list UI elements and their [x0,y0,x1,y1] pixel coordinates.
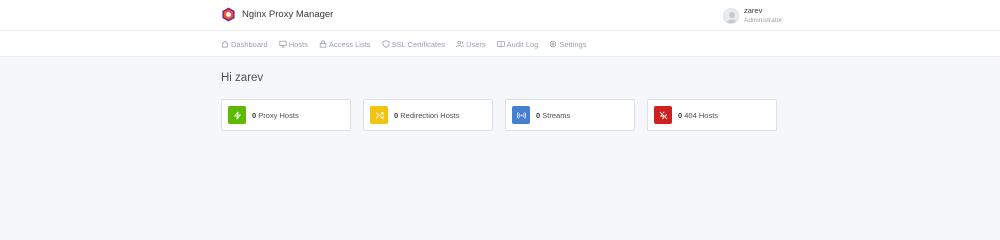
nav-item-label: Audit Log [506,39,539,49]
nav-item-label: Users [466,39,486,49]
stamp-streams [512,106,530,124]
nav-item-users[interactable]: Users [456,40,486,49]
app-title: Nginx Proxy Manager [242,9,334,20]
users-icon [456,40,464,48]
card-label: Proxy Hosts [258,110,299,120]
user-avatar-icon [726,12,738,23]
nav-item-hosts[interactable]: Hosts [279,40,308,49]
avatar [723,8,739,24]
book-icon [496,41,505,48]
stamp-404-hosts [654,106,672,124]
lock-icon [319,40,327,48]
card-label: Redirection Hosts [400,110,460,120]
nav-item-dashboard[interactable]: Dashboard [221,40,268,49]
card-count: 0 [252,110,257,120]
nav-item-label: Access Lists [328,39,371,49]
nav-item-label: Settings [559,39,587,49]
radio-icon [516,111,526,119]
stamp-redirection-hosts [370,106,388,124]
user-name: zarev [744,6,763,15]
shield-icon [382,40,390,48]
home-icon [221,40,229,48]
nav-item-audit-log[interactable]: Audit Log [496,39,539,49]
monitor-icon [279,40,287,48]
gear-icon [550,40,557,48]
shuffle-icon [375,111,384,119]
main-nav: Dashboard Hosts Access Lists SSL Certifi… [0,31,1000,57]
user-menu[interactable]: zarev Administrator [723,6,782,26]
brand[interactable]: Nginx Proxy Manager [221,7,333,22]
card-redirection-hosts[interactable]: 0 Redirection Hosts [363,99,493,131]
card-label: 404 Hosts [684,110,719,120]
card-404-hosts[interactable]: 0 404 Hosts [647,99,777,131]
app-logo-icon [222,7,235,22]
nav-item-label: Hosts [288,39,308,49]
user-role: Administrator [744,17,783,24]
card-label: Streams [542,110,571,120]
page-title: Hi zarev [221,72,264,84]
nav-item-ssl-certificates[interactable]: SSL Certificates [382,39,446,49]
zap-icon [233,110,241,120]
nav-item-label: SSL Certificates [391,39,446,49]
card-count: 0 [394,110,399,120]
card-count: 0 [678,110,683,120]
zap-off-icon [659,110,667,119]
nav-item-settings[interactable]: Settings [549,40,586,49]
card-streams[interactable]: 0 Streams [505,99,635,131]
card-proxy-hosts[interactable]: 0 Proxy Hosts [221,99,351,131]
nav-item-label: Dashboard [231,39,268,49]
nav-item-access-lists[interactable]: Access Lists [319,40,371,49]
stamp-proxy-hosts [228,106,246,124]
top-header: Nginx Proxy Manager zarev Administrator [0,0,1000,31]
card-count: 0 [536,110,541,120]
